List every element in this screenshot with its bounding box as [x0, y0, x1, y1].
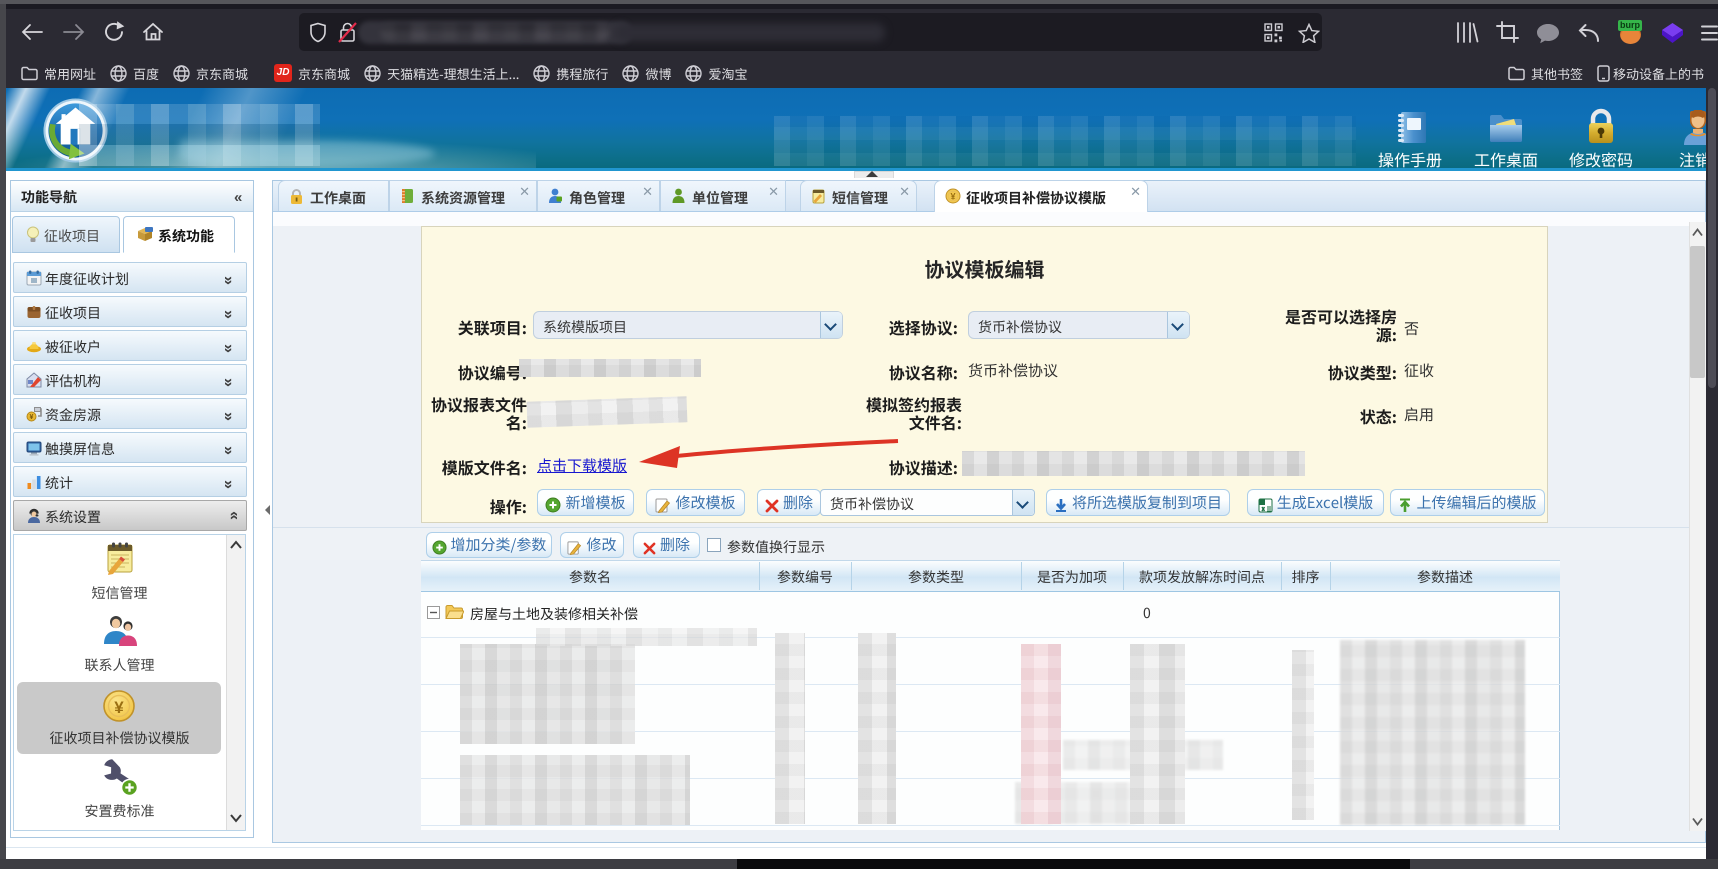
- svg-text:¥: ¥: [950, 190, 955, 203]
- svg-text:¥: ¥: [114, 693, 124, 718]
- svg-text:¥: ¥: [30, 412, 34, 422]
